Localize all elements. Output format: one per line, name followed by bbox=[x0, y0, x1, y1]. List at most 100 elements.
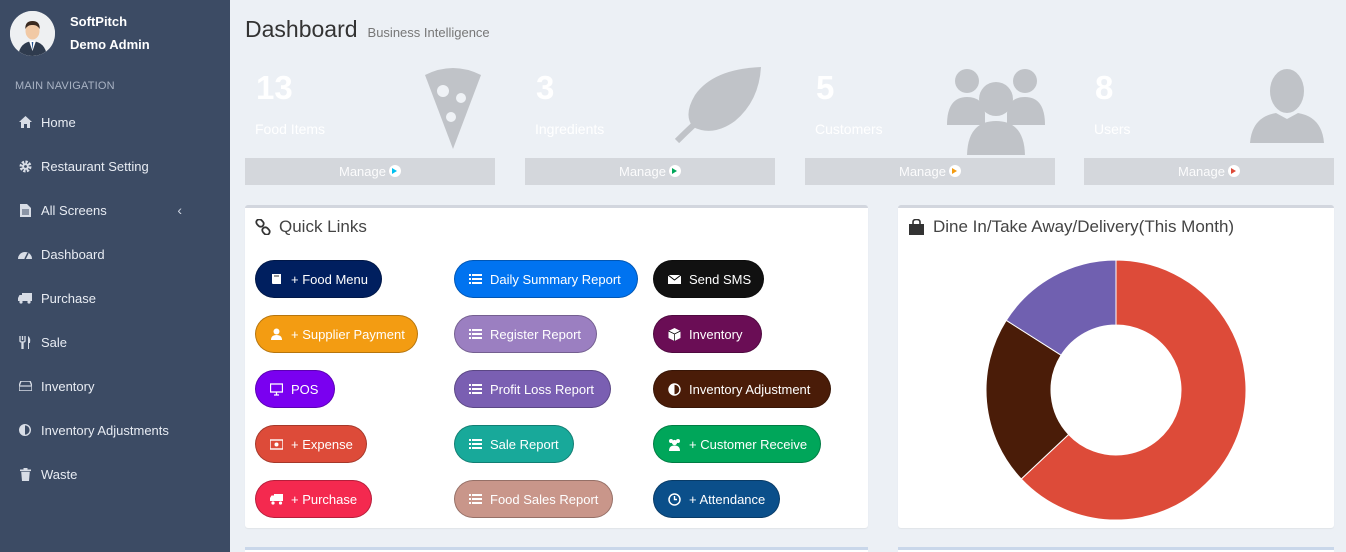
quick-links-header: Quick Links bbox=[255, 217, 367, 237]
main-content: Dashboard Business Intelligence 13 Food … bbox=[230, 0, 1346, 552]
monitor-icon bbox=[269, 382, 283, 396]
adjust-icon bbox=[667, 382, 681, 396]
cube-icon bbox=[667, 327, 681, 341]
list-icon bbox=[468, 437, 482, 451]
sidebar-item-label: Waste bbox=[41, 466, 78, 482]
file-icon bbox=[18, 203, 32, 217]
quick-link-button[interactable]: + Supplier Payment bbox=[255, 315, 418, 353]
money-icon bbox=[269, 437, 283, 451]
quick-link-button[interactable]: Inventory bbox=[653, 315, 762, 353]
quick-link-button[interactable]: + Expense bbox=[255, 425, 367, 463]
stat-label: Ingredients bbox=[535, 121, 605, 137]
stat-box-users: 8 Users Manage bbox=[1084, 57, 1334, 185]
manage-link-users[interactable]: Manage bbox=[1084, 158, 1334, 185]
quick-links-title: Quick Links bbox=[279, 217, 367, 236]
quick-link-button[interactable]: + Purchase bbox=[255, 480, 372, 518]
stat-box-customers: 5 Customers Manage bbox=[805, 57, 1055, 185]
quick-link-button[interactable]: Send SMS bbox=[653, 260, 764, 298]
sidebar-item-all-screens[interactable]: All Screens ‹ bbox=[0, 188, 230, 232]
pizza-icon bbox=[421, 65, 485, 156]
arrow-circle-right-icon bbox=[948, 165, 961, 177]
hdd-icon bbox=[18, 379, 32, 393]
leaf-icon bbox=[673, 65, 765, 148]
quick-link-label: + Attendance bbox=[689, 491, 766, 507]
manage-label: Manage bbox=[339, 164, 386, 179]
sidebar-item-inventory-adjustments[interactable]: Inventory Adjustments bbox=[0, 408, 230, 452]
user-company: SoftPitch bbox=[70, 14, 128, 29]
user-icon bbox=[1250, 65, 1324, 148]
manage-label: Manage bbox=[1178, 164, 1225, 179]
manage-label: Manage bbox=[619, 164, 666, 179]
page-subtitle: Business Intelligence bbox=[367, 25, 490, 40]
quick-link-label: Inventory bbox=[689, 326, 743, 342]
stat-value: 5 bbox=[816, 69, 835, 106]
nav-header: MAIN NAVIGATION bbox=[15, 80, 115, 92]
stat-value: 8 bbox=[1095, 69, 1114, 106]
manage-link-ingredients[interactable]: Manage bbox=[525, 158, 775, 185]
quick-link-button[interactable]: Register Report bbox=[454, 315, 597, 353]
sidebar-item-label: All Screens bbox=[41, 202, 107, 218]
arrow-circle-right-icon bbox=[388, 165, 401, 177]
page-title: Dashboard bbox=[245, 16, 358, 42]
sidebar-item-label: Inventory Adjustments bbox=[41, 422, 169, 438]
quick-link-button[interactable]: POS bbox=[255, 370, 335, 408]
user-icon bbox=[269, 327, 283, 341]
envelope-icon bbox=[667, 272, 681, 286]
manage-link-food-items[interactable]: Manage bbox=[245, 158, 495, 185]
sidebar-item-home[interactable]: Home bbox=[0, 100, 230, 144]
sidebar-item-waste[interactable]: Waste bbox=[0, 452, 230, 496]
avatar[interactable] bbox=[10, 10, 55, 56]
sidebar-item-restaurant-setting[interactable]: Restaurant Setting bbox=[0, 144, 230, 188]
stat-box-ingredients: 3 Ingredients Manage bbox=[525, 57, 775, 185]
list-icon bbox=[468, 382, 482, 396]
stat-label: Customers bbox=[815, 121, 883, 137]
gear-icon bbox=[18, 159, 32, 173]
arrow-circle-right-icon bbox=[1227, 165, 1240, 177]
manage-link-customers[interactable]: Manage bbox=[805, 158, 1055, 185]
quick-links-panel: Quick Links + Food Menu Daily Summary Rep… bbox=[245, 205, 868, 528]
sidebar-item-label: Restaurant Setting bbox=[41, 158, 149, 174]
adjust-icon bbox=[18, 423, 32, 437]
clock-icon bbox=[667, 492, 681, 506]
quick-link-label: + Supplier Payment bbox=[291, 326, 405, 342]
stat-label: Users bbox=[1094, 121, 1131, 137]
quick-link-label: + Food Menu bbox=[291, 271, 368, 287]
trash-icon bbox=[18, 467, 32, 481]
dashboard-icon bbox=[18, 247, 32, 261]
quick-link-label: + Customer Receive bbox=[689, 436, 808, 452]
manage-label: Manage bbox=[899, 164, 946, 179]
quick-link-label: Register Report bbox=[490, 326, 582, 342]
list-icon bbox=[468, 492, 482, 506]
sidebar: SoftPitch Demo Admin MAIN NAVIGATION Hom… bbox=[0, 0, 230, 552]
users-icon bbox=[947, 65, 1045, 160]
stat-box-food-items: 13 Food Items Manage bbox=[245, 57, 495, 185]
quick-link-button[interactable]: Profit Loss Report bbox=[454, 370, 611, 408]
sidebar-item-sale[interactable]: Sale bbox=[0, 320, 230, 364]
quick-link-button[interactable]: + Attendance bbox=[653, 480, 780, 518]
quick-link-button[interactable]: Daily Summary Report bbox=[454, 260, 638, 298]
quick-link-label: Sale Report bbox=[490, 436, 559, 452]
sidebar-item-label: Home bbox=[41, 114, 76, 130]
sidebar-item-label: Purchase bbox=[41, 290, 96, 306]
quick-link-button[interactable]: + Customer Receive bbox=[653, 425, 821, 463]
truck-icon bbox=[269, 492, 283, 506]
sidebar-item-purchase[interactable]: Purchase bbox=[0, 276, 230, 320]
quick-link-label: Daily Summary Report bbox=[490, 271, 621, 287]
quick-link-button[interactable]: Inventory Adjustment bbox=[653, 370, 831, 408]
quick-link-label: + Purchase bbox=[291, 491, 358, 507]
quick-link-button[interactable]: Food Sales Report bbox=[454, 480, 613, 518]
stat-value: 3 bbox=[536, 69, 555, 106]
sidebar-item-label: Dashboard bbox=[41, 246, 105, 262]
quick-link-button[interactable]: Sale Report bbox=[454, 425, 574, 463]
quick-link-label: POS bbox=[291, 381, 319, 397]
bottom-panel-edge-left bbox=[245, 547, 868, 552]
quick-link-button[interactable]: + Food Menu bbox=[255, 260, 382, 298]
chevron-left-icon[interactable]: ‹ bbox=[177, 202, 182, 218]
truck-icon bbox=[18, 291, 32, 305]
sidebar-item-dashboard[interactable]: Dashboard bbox=[0, 232, 230, 276]
order-type-donut-chart bbox=[985, 259, 1247, 521]
stat-label: Food Items bbox=[255, 121, 326, 137]
sidebar-item-inventory[interactable]: Inventory bbox=[0, 364, 230, 408]
cutlery-icon bbox=[18, 335, 32, 349]
book-icon bbox=[269, 272, 283, 286]
